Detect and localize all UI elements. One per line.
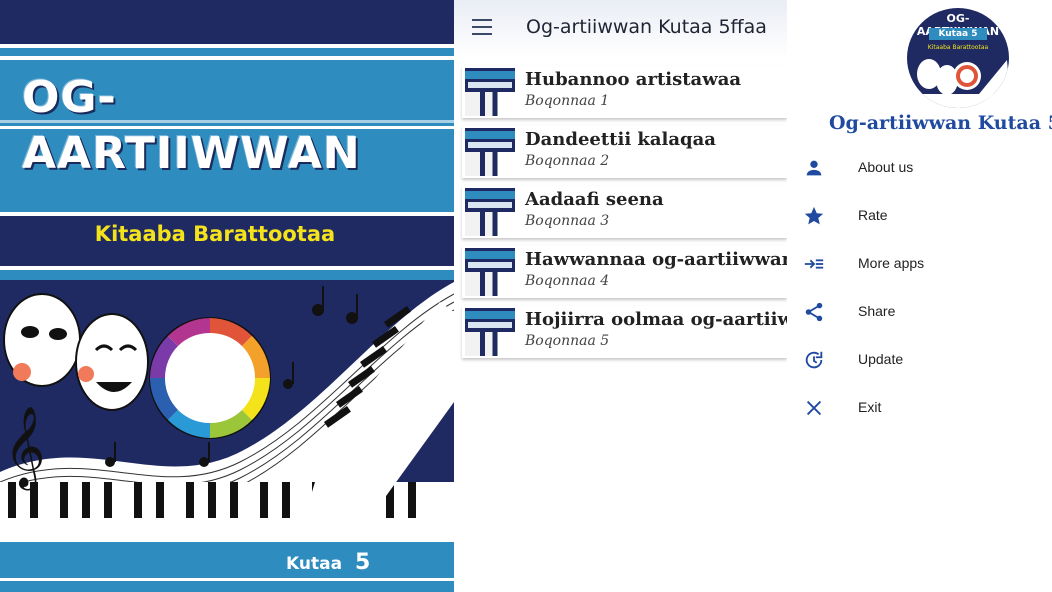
chapter-title: Aadaafi seena [525,189,664,210]
app-toolbar: Og-artiiwwan Kutaa 5ffaa [454,0,787,58]
app-logo: OG-AARTIIWWAN Kutaa 5 Kitaaba Barattoota… [907,8,1009,108]
menu-item-share[interactable]: Share [787,290,1052,334]
cover-grade-number: 5 [355,550,371,575]
chapter-item-4[interactable]: Hawwannaa og-aartiiwwanii Boqonnaa 4 [462,246,787,298]
menu-item-exit[interactable]: Exit [787,386,1052,430]
logo-illustration [907,59,1009,108]
cover-subtitle: Kitaaba Barattootaa [94,222,336,246]
menu-label: About us [858,159,914,175]
chapter-title: Dandeettii kalaqaa [525,129,716,150]
update-icon [805,351,823,369]
svg-text:𝄞: 𝄞 [4,405,45,490]
chapter-number: Boqonnaa 4 [525,273,610,289]
chapter-item-1[interactable]: Hubannoo artistawaa Boqonnaa 1 [462,66,787,118]
drawer-title: Og-artiiwwan Kutaa 5ffaa [829,112,1052,134]
chapter-title: Hawwannaa og-aartiiwwanii [525,249,787,270]
chapter-item-2[interactable]: Dandeettii kalaqaa Boqonnaa 2 [462,126,787,178]
person-icon [806,160,822,176]
share-icon [805,302,823,322]
chapter-thumbnail [465,188,515,236]
chapter-item-3[interactable]: Aadaafi seena Boqonnaa 3 [462,186,787,238]
navigation-drawer: OG-AARTIIWWAN Kutaa 5 Kitaaba Barattoota… [787,0,1052,592]
chapter-item-5[interactable]: Hojiirra oolmaa og-aartiiwwanii Boqonnaa… [462,306,787,358]
close-icon [806,400,822,416]
toolbar-title: Og-artiiwwan Kutaa 5ffaa [526,16,767,38]
chapter-number: Boqonnaa 5 [525,333,610,349]
menu-item-about-us[interactable]: About us [787,146,1052,190]
chapter-title: Hojiirra oolmaa og-aartiiwwanii [525,309,787,330]
book-cover: OG-AARTIIWWAN Kitaaba Barattootaa 𝄞 Kuta… [0,0,454,592]
chapter-number: Boqonnaa 3 [525,213,610,229]
menu-label: Exit [858,399,882,415]
chapter-thumbnail [465,308,515,356]
chapter-thumbnail [465,128,515,176]
chapter-title: Hubannoo artistawaa [525,69,742,90]
star-icon [804,206,824,225]
cover-illustration: 𝄞 [0,282,454,542]
chapter-list-screen: Og-artiiwwan Kutaa 5ffaa Hubannoo artist… [454,0,787,592]
menu-item-more-apps[interactable]: More apps [787,242,1052,286]
menu-item-update[interactable]: Update [787,338,1052,382]
cover-grade-label: Kutaa [286,554,343,574]
cover-title: OG-AARTIIWWAN [22,72,361,179]
menu-label: Rate [858,207,888,223]
chapter-number: Boqonnaa 1 [525,93,610,109]
menu-item-rate[interactable]: Rate [787,194,1052,238]
menu-icon[interactable] [470,16,494,38]
chapter-thumbnail [465,68,515,116]
more-apps-icon [804,259,824,269]
chapter-thumbnail [465,248,515,296]
logo-grade: Kutaa 5 [929,28,987,40]
logo-subtitle: Kitaaba Barattootaa [927,44,989,51]
chapter-number: Boqonnaa 2 [525,153,610,169]
menu-label: Update [858,351,904,367]
drawer-header: OG-AARTIIWWAN Kutaa 5 Kitaaba Barattoota… [787,0,1052,140]
menu-label: More apps [858,255,925,271]
menu-label: Share [858,303,896,319]
